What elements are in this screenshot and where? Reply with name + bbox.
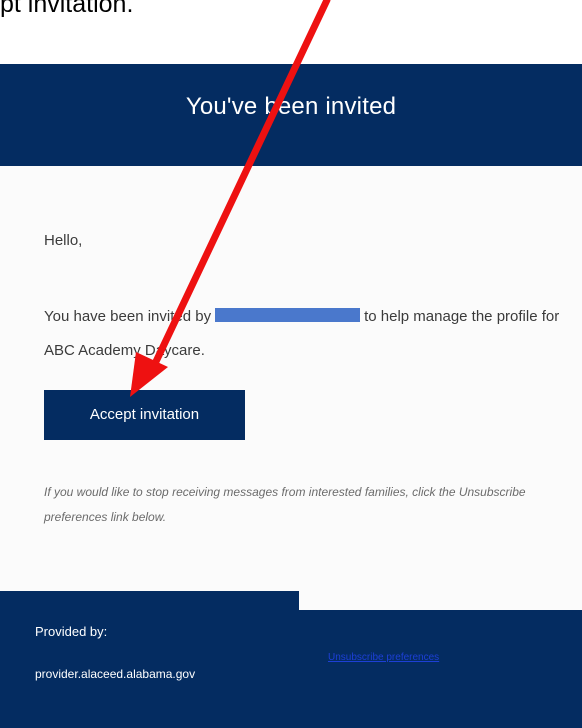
instruction-caption: pt invitation.: [0, 0, 134, 18]
invite-message: You have been invited by to help manage t…: [44, 300, 564, 368]
email-screenshot: pt invitation. You've been invited Hello…: [0, 0, 582, 728]
footer-tab-notch: [299, 591, 582, 610]
accept-invitation-button[interactable]: Accept invitation: [44, 390, 245, 440]
greeting-text: Hello,: [44, 232, 83, 249]
unsubscribe-note: If you would like to stop receiving mess…: [44, 485, 526, 524]
invite-text-before: You have been invited by: [44, 308, 212, 325]
redacted-name: [215, 308, 361, 322]
provider-url: provider.alaceed.alabama.gov: [35, 667, 196, 681]
unsubscribe-preferences-link[interactable]: Unsubscribe preferences: [328, 652, 439, 663]
email-footer: [0, 591, 582, 728]
email-header-title: You've been invited: [185, 93, 397, 120]
provided-by-label: Provided by:: [35, 624, 108, 639]
